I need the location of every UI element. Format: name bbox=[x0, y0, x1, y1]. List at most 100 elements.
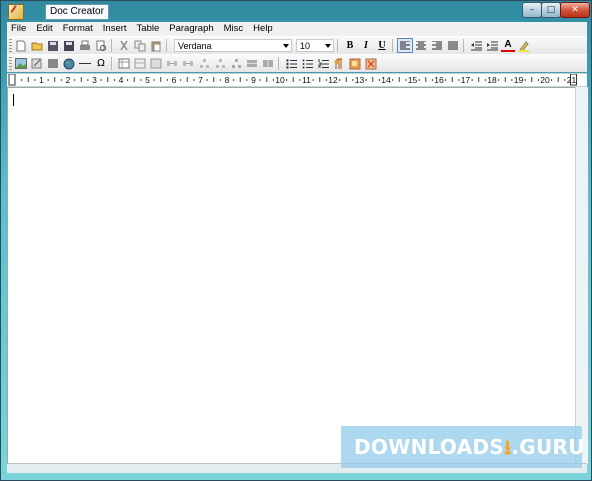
ruler-number: 17 bbox=[461, 75, 471, 85]
align-left-icon[interactable] bbox=[397, 38, 413, 53]
watermark-text-left: DOWNLOADS bbox=[354, 435, 505, 459]
insert-symbol-icon[interactable]: Ω bbox=[94, 57, 108, 70]
menu-table[interactable]: Table bbox=[132, 22, 165, 36]
ruler-number: 8 bbox=[225, 75, 230, 85]
app-icon[interactable] bbox=[8, 4, 24, 20]
watermark-text-right: .GURU bbox=[511, 435, 585, 459]
background-icon[interactable] bbox=[348, 57, 362, 70]
insert-link-icon[interactable] bbox=[30, 57, 44, 70]
close-button[interactable]: ✕ bbox=[560, 2, 590, 18]
increase-indent-icon[interactable] bbox=[485, 39, 499, 52]
menu-bar: File Edit Format Insert Table Paragraph … bbox=[7, 22, 587, 36]
new-document-icon[interactable] bbox=[14, 39, 28, 52]
ruler-number: 10 bbox=[275, 75, 285, 85]
menu-paragraph[interactable]: Paragraph bbox=[164, 22, 218, 36]
font-color-icon[interactable]: A bbox=[501, 39, 515, 52]
toolbar-separator bbox=[463, 39, 464, 52]
menu-insert[interactable]: Insert bbox=[98, 22, 132, 36]
font-size-select[interactable]: 10 bbox=[296, 39, 334, 52]
toolbar-separator bbox=[111, 57, 112, 70]
insert-image-icon[interactable] bbox=[14, 57, 28, 70]
paragraph-icon[interactable] bbox=[332, 57, 346, 70]
menu-help[interactable]: Help bbox=[248, 22, 278, 36]
bold-button[interactable]: B bbox=[343, 39, 357, 52]
menu-edit[interactable]: Edit bbox=[31, 22, 57, 36]
page-icon[interactable] bbox=[364, 57, 378, 70]
ruler[interactable]: 1 2 3 4 5 6 7 8 9 10 11 12 13 14 15 16 17 18 19 20 21 bbox=[7, 73, 587, 87]
ruler-number: 3 bbox=[92, 75, 97, 85]
font-family-value: Verdana bbox=[178, 41, 212, 51]
justify-icon[interactable] bbox=[446, 39, 460, 52]
toolbar-separator bbox=[111, 39, 112, 52]
insert-table-icon[interactable] bbox=[46, 57, 60, 70]
vertical-scrollbar[interactable] bbox=[575, 87, 588, 464]
toolbar-separator bbox=[392, 39, 393, 52]
cell-props-icon[interactable] bbox=[261, 57, 275, 70]
list-numbers-icon[interactable] bbox=[300, 57, 314, 70]
insert-col-left-icon[interactable] bbox=[197, 57, 211, 70]
italic-button[interactable]: I bbox=[359, 39, 373, 52]
underline-button[interactable]: U bbox=[375, 39, 389, 52]
ruler-number: 15 bbox=[408, 75, 418, 85]
insert-row-icon[interactable] bbox=[133, 57, 147, 70]
ruler-number: 9 bbox=[251, 75, 256, 85]
ruler-number: 19 bbox=[514, 75, 524, 85]
split-cell-icon[interactable] bbox=[229, 57, 243, 70]
ruler-number: 2 bbox=[66, 75, 71, 85]
font-size-value: 10 bbox=[300, 41, 311, 51]
font-family-select[interactable]: Verdana bbox=[174, 39, 292, 52]
ruler-number: 14 bbox=[381, 75, 391, 85]
chevron-down-icon bbox=[283, 44, 289, 48]
toolbar-separator bbox=[278, 57, 279, 70]
menu-file[interactable]: File bbox=[7, 22, 31, 36]
save-as-icon[interactable] bbox=[62, 39, 76, 52]
ruler-number: 16 bbox=[434, 75, 444, 85]
ruler-number: 13 bbox=[355, 75, 365, 85]
ruler-number: 5 bbox=[145, 75, 150, 85]
table-props-icon[interactable] bbox=[117, 57, 131, 70]
align-right-icon[interactable] bbox=[430, 39, 444, 52]
ruler-number: 18 bbox=[487, 75, 497, 85]
toolbar-separator bbox=[337, 39, 338, 52]
menu-format[interactable]: Format bbox=[58, 22, 98, 36]
merge-cell-icon[interactable] bbox=[245, 57, 259, 70]
toolbar-grip[interactable] bbox=[9, 39, 12, 52]
save-icon[interactable] bbox=[46, 39, 60, 52]
menu-misc[interactable]: Misc bbox=[219, 22, 249, 36]
align-center-icon[interactable] bbox=[414, 39, 428, 52]
print-icon[interactable] bbox=[78, 39, 92, 52]
maximize-button[interactable]: □ bbox=[541, 2, 561, 18]
cut-icon[interactable] bbox=[117, 39, 131, 52]
highlight-icon[interactable] bbox=[517, 39, 531, 52]
toolbar-grip[interactable] bbox=[9, 57, 12, 70]
ruler-margin-marker[interactable] bbox=[8, 74, 16, 86]
print-preview-icon[interactable] bbox=[94, 39, 108, 52]
toolbar-separator bbox=[166, 39, 167, 52]
watermark-overlay: DOWNLOADS⭳.GURU bbox=[341, 426, 585, 468]
minimize-button[interactable]: – bbox=[522, 2, 542, 18]
document-editor[interactable] bbox=[7, 87, 576, 464]
insert-toolbar: Ω bbox=[7, 54, 587, 72]
title-bar[interactable]: Doc Creator – □ ✕ bbox=[1, 1, 591, 21]
standard-toolbar: Verdana 10 B I U A bbox=[7, 36, 587, 54]
copy-icon[interactable] bbox=[133, 39, 147, 52]
app-window: Doc Creator – □ ✕ File Edit Format Inser… bbox=[0, 0, 592, 481]
list-bullets-icon[interactable] bbox=[284, 57, 298, 70]
paste-icon[interactable] bbox=[149, 39, 163, 52]
delete-col-icon[interactable] bbox=[181, 57, 195, 70]
text-caret bbox=[13, 94, 14, 106]
ruler-number: 21 bbox=[567, 75, 577, 85]
insert-line-icon[interactable] bbox=[78, 57, 92, 70]
insert-col-icon[interactable] bbox=[165, 57, 179, 70]
ruler-scale: 1 2 3 4 5 6 7 8 9 10 11 12 13 14 15 16 17 18 19 20 21 bbox=[8, 74, 577, 86]
chevron-down-icon bbox=[325, 44, 331, 48]
delete-row-icon[interactable] bbox=[149, 57, 163, 70]
insert-globe-icon[interactable] bbox=[62, 57, 76, 70]
ruler-number: 11 bbox=[302, 75, 311, 85]
ruler-number: 12 bbox=[328, 75, 338, 85]
open-folder-icon[interactable] bbox=[30, 39, 44, 52]
list-ordered-icon[interactable] bbox=[316, 57, 330, 70]
ruler-number: 6 bbox=[172, 75, 177, 85]
insert-col-right-icon[interactable] bbox=[213, 57, 227, 70]
decrease-indent-icon[interactable] bbox=[469, 39, 483, 52]
